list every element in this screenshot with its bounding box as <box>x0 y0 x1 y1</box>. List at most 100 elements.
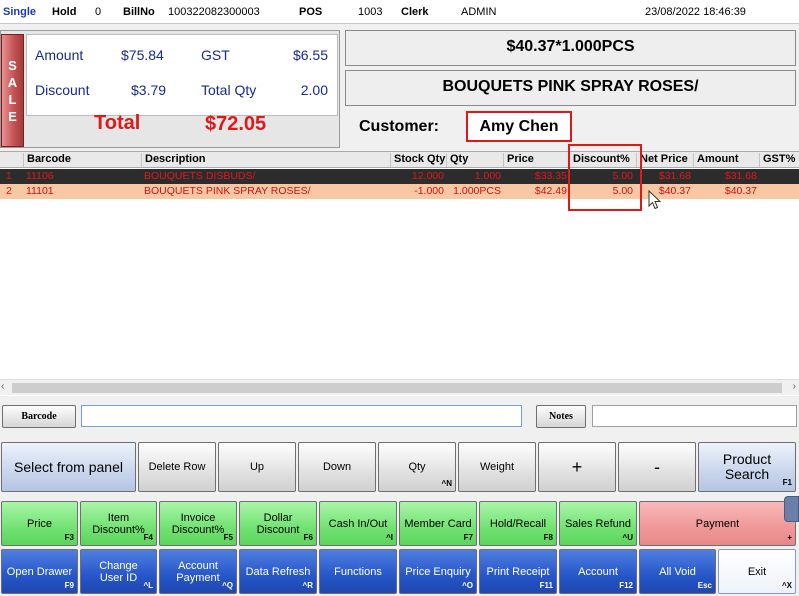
sales-grid[interactable]: Barcode Description Stock Qty Qty Price … <box>0 151 799 396</box>
hold-recall-label: Hold/Recall <box>489 517 547 530</box>
item-discount-button[interactable]: Item Discount% F4 <box>80 501 157 546</box>
customer-label: Customer: <box>359 118 440 135</box>
barcode-button[interactable]: Barcode <box>2 405 76 428</box>
scroll-right-icon[interactable]: › <box>793 381 796 392</box>
table-row[interactable]: 1 11106 BOUQUETS DISBUDS/ 12.000 1.000 $… <box>0 169 799 184</box>
notes-input[interactable] <box>592 405 797 427</box>
sale-tab[interactable]: S A L E <box>1 34 24 147</box>
hold-label: Hold <box>52 6 77 18</box>
invoice-discount-button[interactable]: Invoice Discount% F5 <box>159 501 237 546</box>
price-button[interactable]: Price F3 <box>1 501 78 546</box>
payment-label: Payment <box>695 517 740 530</box>
sale-tab-letter: A <box>7 74 18 90</box>
scrollbar-thumb[interactable] <box>12 383 782 393</box>
clerk-label: Clerk <box>401 6 429 18</box>
sale-summary-panel: S A L E Amount $75.84 GST $6.55 Discount… <box>0 30 340 148</box>
data-refresh-button[interactable]: Data Refresh ^R <box>239 549 317 594</box>
total-qty-value: 2.00 <box>300 82 328 98</box>
summary-values: Amount $75.84 GST $6.55 Discount $3.79 T… <box>26 34 338 116</box>
clerk-value: ADMIN <box>461 6 497 18</box>
account-button[interactable]: Account F12 <box>559 549 637 594</box>
plus-icon: + <box>571 457 583 477</box>
print-receipt-label: Print Receipt <box>486 565 550 578</box>
column-header-barcode[interactable]: Barcode <box>23 153 141 167</box>
dollar-discount-button[interactable]: Dollar Discount F6 <box>239 501 317 546</box>
sales-refund-label: Sales Refund <box>564 517 632 530</box>
column-header-amount[interactable]: Amount <box>693 153 759 167</box>
functions-button[interactable]: Functions <box>319 549 397 594</box>
select-from-panel-button[interactable]: Select from panel <box>1 442 136 492</box>
hold-recall-button[interactable]: Hold/Recall F8 <box>479 501 557 546</box>
side-collapse-tab[interactable] <box>784 496 799 522</box>
sale-tab-letter: L <box>8 91 17 107</box>
account-payment-button[interactable]: Account Payment ^Q <box>159 549 237 594</box>
horizontal-scrollbar[interactable]: ‹ › <box>0 379 799 395</box>
column-header-discount[interactable]: Discount% <box>569 153 636 167</box>
cell-qty: 1.000PCS <box>453 185 501 197</box>
print-receipt-shortcut: F11 <box>539 581 553 590</box>
cash-in-out-button[interactable]: Cash In/Out ^I <box>319 501 397 546</box>
invoice-discount-label: Invoice Discount% <box>171 511 225 536</box>
weight-button[interactable]: Weight <box>458 442 536 492</box>
member-card-label: Member Card <box>404 517 472 530</box>
down-button[interactable]: Down <box>298 442 376 492</box>
all-void-shortcut: Esc <box>697 581 712 590</box>
up-button[interactable]: Up <box>218 442 296 492</box>
sales-refund-button[interactable]: Sales Refund ^U <box>559 501 637 546</box>
cell-barcode: 11101 <box>26 185 54 197</box>
print-receipt-button[interactable]: Print Receipt F11 <box>479 549 557 594</box>
member-card-button[interactable]: Member Card F7 <box>399 501 477 546</box>
data-refresh-shortcut: ^R <box>302 581 313 590</box>
exit-button[interactable]: Exit ^X <box>718 549 796 594</box>
billno-value: 100322082300003 <box>168 6 260 18</box>
price-enquiry-button[interactable]: Price Enquiry ^O <box>399 549 477 594</box>
down-label: Down <box>322 461 352 473</box>
price-enquiry-shortcut: ^O <box>462 581 473 590</box>
cell-stock-qty: 12.000 <box>411 170 444 182</box>
column-header-qty[interactable]: Qty <box>446 153 503 167</box>
grid-header: Barcode Description Stock Qty Qty Price … <box>0 152 799 168</box>
delete-row-button[interactable]: Delete Row <box>138 442 216 492</box>
cell-description: BOUQUETS PINK SPRAY ROSES/ <box>144 185 311 197</box>
scroll-left-icon[interactable]: ‹ <box>1 381 4 392</box>
qty-shortcut: ^N <box>441 479 452 488</box>
cell-stock-qty: -1.000 <box>414 185 444 197</box>
cell-price: $33.35 <box>534 170 567 182</box>
total-label: Total <box>94 112 141 134</box>
column-header-description[interactable]: Description <box>141 153 390 167</box>
barcode-input[interactable] <box>81 405 522 427</box>
table-row[interactable]: 2 11101 BOUQUETS PINK SPRAY ROSES/ -1.00… <box>0 184 799 199</box>
cell-amount: $31.68 <box>724 170 757 182</box>
row-number: 2 <box>6 185 12 197</box>
customer-name[interactable]: Amy Chen <box>466 111 572 142</box>
payment-shortcut: + <box>787 533 792 542</box>
qty-button[interactable]: Qty ^N <box>378 442 456 492</box>
price-enquiry-label: Price Enquiry <box>405 565 471 578</box>
minus-button[interactable]: - <box>618 442 696 492</box>
payment-button[interactable]: Payment + <box>639 501 796 546</box>
invoice-discount-shortcut: F5 <box>223 533 233 542</box>
row-number: 1 <box>6 170 12 182</box>
pos-value: 1003 <box>358 6 383 18</box>
change-user-id-button[interactable]: Change User ID ^L <box>80 549 157 594</box>
price-display: $40.37*1.000PCS <box>345 30 796 66</box>
open-drawer-button[interactable]: Open Drawer F9 <box>1 549 78 594</box>
hold-value: 0 <box>95 6 102 18</box>
column-header-stock-qty[interactable]: Stock Qty <box>390 153 446 167</box>
cell-discount: 5.00 <box>612 185 633 197</box>
billno-label: BillNo <box>123 6 155 18</box>
column-header-net-price[interactable]: Net Price <box>636 153 693 167</box>
notes-button[interactable]: Notes <box>536 405 586 428</box>
cell-qty: 1.000 <box>474 170 501 182</box>
all-void-button[interactable]: All Void Esc <box>639 549 716 594</box>
product-search-button[interactable]: Product Search F1 <box>698 442 796 492</box>
total-value: $72.05 <box>205 113 267 135</box>
plus-button[interactable]: + <box>538 442 616 492</box>
column-header-gst[interactable]: GST% <box>759 153 799 167</box>
open-drawer-label: Open Drawer <box>6 565 73 578</box>
column-header-price[interactable]: Price <box>503 153 569 167</box>
up-label: Up <box>249 461 265 473</box>
product-search-shortcut: F1 <box>782 478 792 487</box>
item-discount-shortcut: F4 <box>143 533 153 542</box>
item-display: BOUQUETS PINK SPRAY ROSES/ <box>345 70 796 106</box>
